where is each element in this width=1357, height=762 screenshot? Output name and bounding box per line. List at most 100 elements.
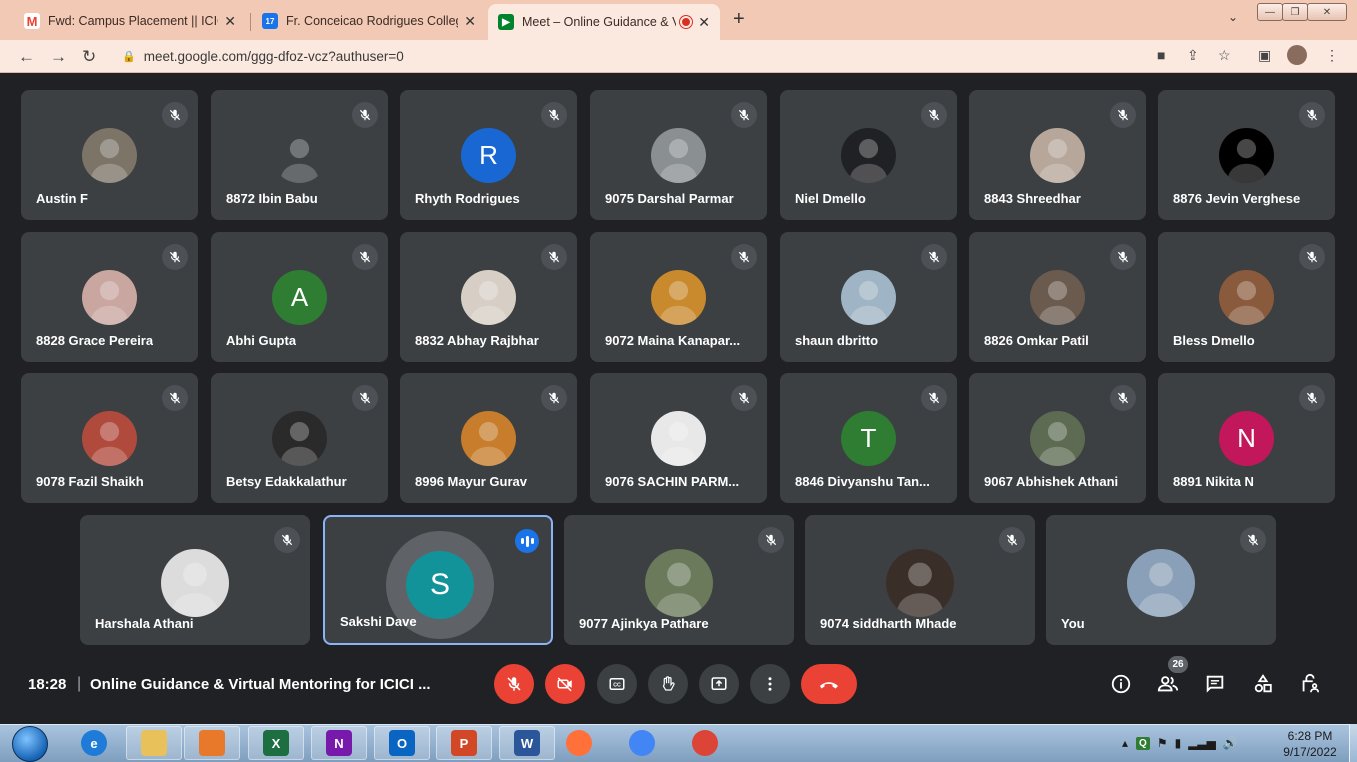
- chevron-down-icon[interactable]: ⌄: [1228, 10, 1238, 24]
- windows-start-button[interactable]: [12, 726, 48, 762]
- activities-button[interactable]: [1251, 672, 1275, 696]
- taskbar-app-button[interactable]: e: [66, 726, 122, 760]
- participant-avatar: T: [841, 411, 896, 466]
- taskbar-app-button[interactable]: [614, 726, 670, 760]
- participant-tile[interactable]: S Sakshi Dave: [323, 515, 553, 645]
- mic-off-icon: [731, 385, 757, 411]
- mic-off-icon: [162, 244, 188, 270]
- forward-arrow-icon[interactable]: →: [50, 47, 67, 67]
- taskbar-app-button[interactable]: O: [374, 726, 430, 760]
- mic-off-icon: [731, 102, 757, 128]
- participant-tile[interactable]: 9076 SACHIN PARM...: [590, 373, 767, 503]
- hang-up-icon: [820, 682, 838, 689]
- people-button[interactable]: [1156, 672, 1180, 696]
- participant-name: 8891 Nikita N: [1173, 474, 1254, 489]
- side-panel-icon[interactable]: ▣: [1258, 47, 1271, 64]
- tab-meet[interactable]: ▶ Meet – Online Guidance & V ✕: [488, 4, 720, 40]
- qbittorrent-icon[interactable]: Q: [1136, 736, 1150, 750]
- participant-tile[interactable]: You: [1046, 515, 1276, 645]
- participant-name: Harshala Athani: [95, 616, 194, 631]
- chat-button[interactable]: [1203, 672, 1227, 696]
- participant-tile[interactable]: Niel Dmello: [780, 90, 957, 220]
- participant-tile[interactable]: Bless Dmello: [1158, 232, 1335, 362]
- meeting-details-button[interactable]: [1109, 672, 1133, 696]
- restore-button[interactable]: ❐: [1282, 3, 1308, 21]
- system-clock-time[interactable]: 6:28 PM: [1278, 729, 1342, 743]
- url-field[interactable]: 🔒 meet.google.com/ggg-dfoz-vcz?authuser=…: [112, 44, 1142, 69]
- participant-tile[interactable]: 8843 Shreedhar: [969, 90, 1146, 220]
- battery-icon[interactable]: ▮: [1175, 736, 1182, 750]
- new-tab-button[interactable]: +: [733, 8, 745, 31]
- meeting-clock: 18:28: [28, 676, 67, 693]
- participant-avatar: [461, 411, 516, 466]
- participant-tile[interactable]: 8826 Omkar Patil: [969, 232, 1146, 362]
- menu-kebab-icon[interactable]: ⋮: [1325, 47, 1339, 64]
- participant-tile[interactable]: 9078 Fazil Shaikh: [21, 373, 198, 503]
- participant-tile[interactable]: A Abhi Gupta: [211, 232, 388, 362]
- camera-toggle-button[interactable]: [545, 664, 585, 704]
- participant-name: 8826 Omkar Patil: [984, 333, 1089, 348]
- participant-tile[interactable]: Harshala Athani: [80, 515, 310, 645]
- participant-tile[interactable]: 8996 Mayur Gurav: [400, 373, 577, 503]
- taskbar-app-button[interactable]: [126, 726, 182, 760]
- participant-tile[interactable]: T 8846 Divyanshu Tan...: [780, 373, 957, 503]
- participant-tile[interactable]: 8872 Ibin Babu: [211, 90, 388, 220]
- participant-tile[interactable]: Betsy Edakkalathur: [211, 373, 388, 503]
- participant-tile[interactable]: 9077 Ajinkya Pathare: [564, 515, 794, 645]
- svg-text:CC: CC: [613, 683, 621, 689]
- more-options-button[interactable]: [750, 664, 790, 704]
- camera-permission-icon[interactable]: ■: [1157, 47, 1165, 63]
- close-icon[interactable]: ✕: [698, 14, 710, 31]
- close-icon[interactable]: ✕: [464, 13, 476, 30]
- divider: |: [77, 675, 82, 692]
- participant-tile[interactable]: 8876 Jevin Verghese: [1158, 90, 1335, 220]
- reload-icon[interactable]: ↻: [82, 47, 96, 67]
- participant-name: 9076 SACHIN PARM...: [605, 474, 740, 489]
- taskbar-app-button[interactable]: W: [499, 726, 555, 760]
- participant-tile[interactable]: N 8891 Nikita N: [1158, 373, 1335, 503]
- tab-gmail[interactable]: M Fwd: Campus Placement || ICICI L ✕: [14, 6, 246, 36]
- participant-tile[interactable]: 9072 Maina Kanapar...: [590, 232, 767, 362]
- profile-avatar[interactable]: [1287, 45, 1307, 65]
- participant-tile[interactable]: 9067 Abhishek Athani: [969, 373, 1146, 503]
- flag-icon[interactable]: ⚑: [1157, 736, 1168, 750]
- participant-tile[interactable]: 8832 Abhay Rajbhar: [400, 232, 577, 362]
- show-desktop-button[interactable]: [1349, 724, 1357, 762]
- tray-expand-icon[interactable]: ▴: [1122, 736, 1128, 750]
- minimize-button[interactable]: —: [1257, 3, 1283, 21]
- bookmark-star-icon[interactable]: ☆: [1218, 47, 1231, 64]
- close-window-button[interactable]: ✕: [1307, 3, 1347, 21]
- taskbar-app-button[interactable]: [677, 726, 733, 760]
- taskbar-app-button[interactable]: [551, 726, 607, 760]
- taskbar-app-button[interactable]: N: [311, 726, 367, 760]
- file-explorer-icon: [141, 730, 167, 756]
- media-player-icon: [199, 730, 225, 756]
- mic-off-icon: [352, 385, 378, 411]
- taskbar-app-button[interactable]: X: [248, 726, 304, 760]
- participant-tile[interactable]: 9075 Darshal Parmar: [590, 90, 767, 220]
- participant-avatar: R: [461, 128, 516, 183]
- participant-tile[interactable]: Austin F: [21, 90, 198, 220]
- taskbar-app-button[interactable]: P: [436, 726, 492, 760]
- tab-label: Fwd: Campus Placement || ICICI L: [48, 14, 218, 28]
- raise-hand-button[interactable]: [648, 664, 688, 704]
- system-clock-date[interactable]: 9/17/2022: [1278, 745, 1342, 759]
- network-signal-icon[interactable]: ▂▃▅: [1188, 736, 1216, 750]
- close-icon[interactable]: ✕: [224, 13, 236, 30]
- participant-tile[interactable]: 9074 siddharth Mhade: [805, 515, 1035, 645]
- participant-avatar: [1030, 270, 1085, 325]
- participant-tile[interactable]: shaun dbritto: [780, 232, 957, 362]
- taskbar-app-button[interactable]: [184, 726, 240, 760]
- volume-icon[interactable]: 🔊: [1223, 736, 1238, 750]
- participant-tile[interactable]: 8828 Grace Pereira: [21, 232, 198, 362]
- back-arrow-icon[interactable]: ←: [18, 47, 35, 67]
- share-icon[interactable]: ⇪: [1187, 47, 1199, 64]
- present-screen-button[interactable]: [699, 664, 739, 704]
- tab-calendar[interactable]: 17 Fr. Conceicao Rodrigues College ✕: [252, 6, 486, 36]
- microphone-toggle-button[interactable]: [494, 664, 534, 704]
- participant-tile[interactable]: R Rhyth Rodrigues: [400, 90, 577, 220]
- host-controls-button[interactable]: [1298, 672, 1322, 696]
- participant-avatar: [651, 411, 706, 466]
- captions-button[interactable]: CC: [597, 664, 637, 704]
- leave-call-button[interactable]: [801, 664, 857, 704]
